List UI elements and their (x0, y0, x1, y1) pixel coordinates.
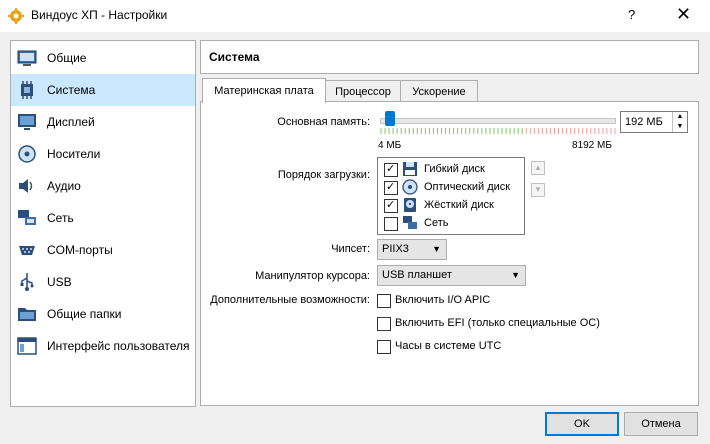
close-button[interactable]: ✕ (676, 4, 691, 25)
settings-sidebar: Общие Система Дисплей Носители Аудио Сет… (10, 40, 196, 407)
network-icon (18, 210, 36, 225)
sidebar-item-audio[interactable]: Аудио (11, 170, 195, 202)
sidebar-item-label: Носители (47, 147, 101, 161)
display-icon (18, 114, 36, 130)
tab-label: Ускорение (412, 86, 466, 98)
sidebar-item-label: Интерфейс пользователя (47, 339, 190, 353)
arrow-down-icon: ▼ (534, 185, 542, 194)
sidebar-item-label: Общие (47, 51, 87, 65)
list-item[interactable]: ✓ Оптический диск (378, 178, 524, 196)
chipset-label: Чипсет: (331, 243, 370, 255)
tab-acceleration[interactable]: Ускорение (400, 80, 478, 102)
pointing-device-select[interactable]: USB планшет ▼ (377, 265, 526, 286)
chipset-select[interactable]: PIIX3 ▼ (377, 239, 447, 260)
io-apic-label: Включить I/O APIC (395, 294, 491, 306)
list-item[interactable]: ✓ Гибкий диск (378, 160, 524, 178)
sidebar-item-label: Система (47, 83, 96, 97)
memory-min-label: 4 МБ (378, 140, 402, 151)
efi-checkbox[interactable] (377, 317, 391, 331)
extended-features-label: Дополнительные возможности: (210, 294, 370, 306)
tab-processor[interactable]: Процессор (324, 80, 402, 102)
tab-label: Процессор (335, 86, 391, 98)
boot-hard-disk-checkbox[interactable]: ✓ (384, 199, 398, 213)
title-bar: Виндоус ХП - Настройки ? ✕ (0, 0, 710, 32)
memory-slider-track[interactable] (380, 118, 616, 124)
boot-order-label: Порядок загрузки: (277, 169, 370, 181)
move-up-button[interactable]: ▲ (531, 161, 545, 175)
memory-max-label: 8192 МБ (572, 140, 612, 151)
ok-button-label: OK (574, 418, 590, 430)
sidebar-item-serial-ports[interactable]: COM-порты (11, 234, 195, 266)
network-boot-icon (403, 216, 417, 229)
ok-button[interactable]: OK (545, 412, 619, 436)
hard-disk-icon (404, 198, 416, 212)
floppy-icon (403, 162, 417, 176)
boot-order-list: ✓ Гибкий диск ✓ Оптический диск ✓ Жёстки… (377, 157, 525, 235)
sidebar-item-storage[interactable]: Носители (11, 138, 195, 170)
memory-value: 192 МБ (625, 116, 663, 128)
sidebar-item-usb[interactable]: USB (11, 266, 195, 298)
sidebar-item-general[interactable]: Общие (11, 42, 195, 74)
utc-clock-checkbox[interactable] (377, 340, 391, 354)
storage-icon (18, 145, 36, 163)
sidebar-item-label: USB (47, 275, 72, 289)
cancel-button[interactable]: Отмена (624, 412, 698, 436)
window-title: Виндоус ХП - Настройки (31, 8, 168, 22)
checkmark-icon: ✓ (386, 181, 396, 193)
chevron-down-icon: ▼ (432, 244, 441, 254)
checkmark-icon: ✓ (386, 199, 396, 211)
boot-optical-checkbox[interactable]: ✓ (384, 181, 398, 195)
boot-item-label: Гибкий диск (424, 163, 485, 175)
user-interface-icon (17, 337, 37, 355)
sidebar-item-network[interactable]: Сеть (11, 202, 195, 234)
tab-label: Материнская плата (214, 85, 314, 97)
section-header: Система (200, 40, 699, 74)
sidebar-item-label: COM-порты (47, 243, 113, 257)
audio-icon (19, 179, 33, 193)
chipset-value: PIIX3 (382, 243, 409, 255)
sidebar-item-label: Общие папки (47, 307, 122, 321)
sidebar-item-display[interactable]: Дисплей (11, 106, 195, 138)
memory-label: Основная память: (277, 116, 370, 128)
boot-floppy-checkbox[interactable]: ✓ (384, 163, 398, 177)
cancel-button-label: Отмена (641, 418, 681, 430)
sidebar-item-label: Сеть (47, 211, 74, 225)
sidebar-item-user-interface[interactable]: Интерфейс пользователя (11, 330, 195, 362)
sidebar-item-label: Аудио (47, 179, 81, 193)
help-button[interactable]: ? (628, 7, 635, 22)
sidebar-item-system[interactable]: Система (11, 74, 195, 106)
general-icon (17, 50, 37, 66)
boot-network-checkbox[interactable] (384, 217, 398, 231)
settings-gear-icon (8, 8, 24, 24)
page-title: Система (209, 50, 260, 64)
list-item[interactable]: ✓ Жёсткий диск (378, 196, 524, 214)
serial-ports-icon (19, 246, 35, 255)
usb-icon (20, 273, 34, 291)
sidebar-item-shared-folders[interactable]: Общие папки (11, 298, 195, 330)
arrow-up-icon: ▲ (534, 163, 542, 172)
boot-item-label: Жёсткий диск (424, 199, 494, 211)
move-down-button[interactable]: ▼ (531, 183, 545, 197)
utc-clock-label: Часы в системе UTC (395, 340, 502, 352)
tab-motherboard[interactable]: Материнская плата (202, 78, 326, 103)
sidebar-item-label: Дисплей (47, 115, 95, 129)
checkmark-icon: ✓ (386, 163, 396, 175)
pointing-device-label: Манипулятор курсора: (255, 270, 370, 282)
memory-spinbox[interactable]: 192 МБ ▲ ▼ (620, 111, 688, 133)
memory-slider-ticks (380, 128, 616, 134)
optical-disc-icon (402, 179, 418, 195)
pointing-device-value: USB планшет (382, 269, 452, 281)
boot-item-label: Сеть (424, 217, 449, 229)
boot-item-label: Оптический диск (424, 181, 511, 193)
spin-arrows-icon[interactable]: ▲ ▼ (672, 112, 687, 132)
shared-folders-icon (18, 308, 36, 321)
efi-label: Включить EFI (только специальные ОС) (395, 317, 600, 329)
list-item[interactable]: Сеть (378, 214, 524, 232)
memory-slider-thumb[interactable] (385, 111, 396, 126)
chevron-down-icon: ▼ (511, 270, 520, 280)
system-icon (21, 81, 33, 99)
io-apic-checkbox[interactable] (377, 294, 391, 308)
